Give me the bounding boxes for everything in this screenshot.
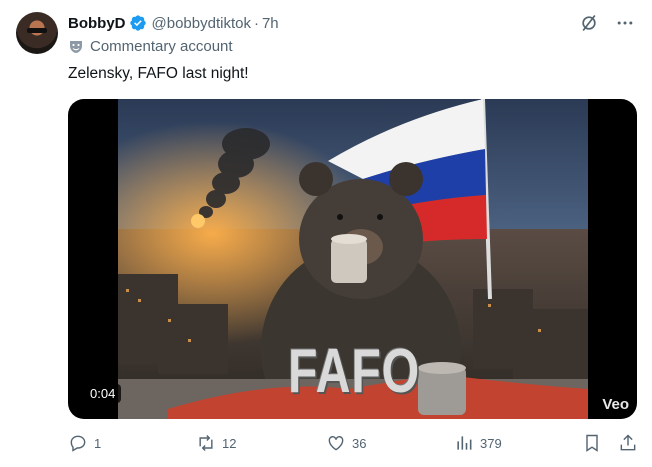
avatar-glasses [27, 28, 47, 33]
like-count: 36 [352, 435, 367, 451]
account-label[interactable]: Commentary account [68, 38, 233, 55]
mask-icon [70, 40, 82, 53]
verified-badge-icon [129, 15, 146, 31]
video-overlay-text: FAFO [288, 337, 421, 406]
views-icon [457, 436, 472, 450]
author-handle[interactable]: @bobbydtiktok [152, 15, 251, 32]
bookmark-icon [586, 434, 598, 452]
reply-button[interactable]: 1 [68, 433, 101, 453]
separator: · [253, 14, 259, 32]
reply-count: 1 [94, 435, 102, 451]
share-icon [620, 434, 636, 451]
like-icon [328, 436, 344, 451]
repost-button[interactable]: 12 [196, 433, 236, 453]
top-actions [578, 12, 636, 34]
author-name[interactable]: BobbyD [68, 15, 126, 32]
timestamp[interactable]: 7h [262, 15, 279, 32]
tweet-text: Zelensky, FAFO last night! [68, 65, 249, 82]
video-watermark: Veo [602, 396, 629, 413]
repost-icon [199, 434, 213, 452]
tweet-header: BobbyD @bobbydtiktok · 7h [68, 12, 279, 34]
share-button[interactable] [618, 433, 638, 453]
bookmark-button[interactable] [582, 433, 602, 453]
action-bar: 1 12 36 379 [68, 433, 640, 457]
grok-icon[interactable] [578, 12, 600, 34]
video-player[interactable]: FAFO Veo [68, 99, 637, 419]
reply-icon [70, 435, 86, 452]
video-duration: 0:04 [84, 384, 122, 403]
views-button[interactable]: 379 [454, 433, 502, 453]
avatar[interactable] [16, 12, 58, 54]
like-button[interactable]: 36 [326, 433, 366, 453]
account-label-text: Commentary account [90, 38, 233, 55]
repost-count: 12 [222, 435, 237, 451]
more-icon[interactable] [614, 12, 636, 34]
views-count: 379 [480, 435, 502, 451]
